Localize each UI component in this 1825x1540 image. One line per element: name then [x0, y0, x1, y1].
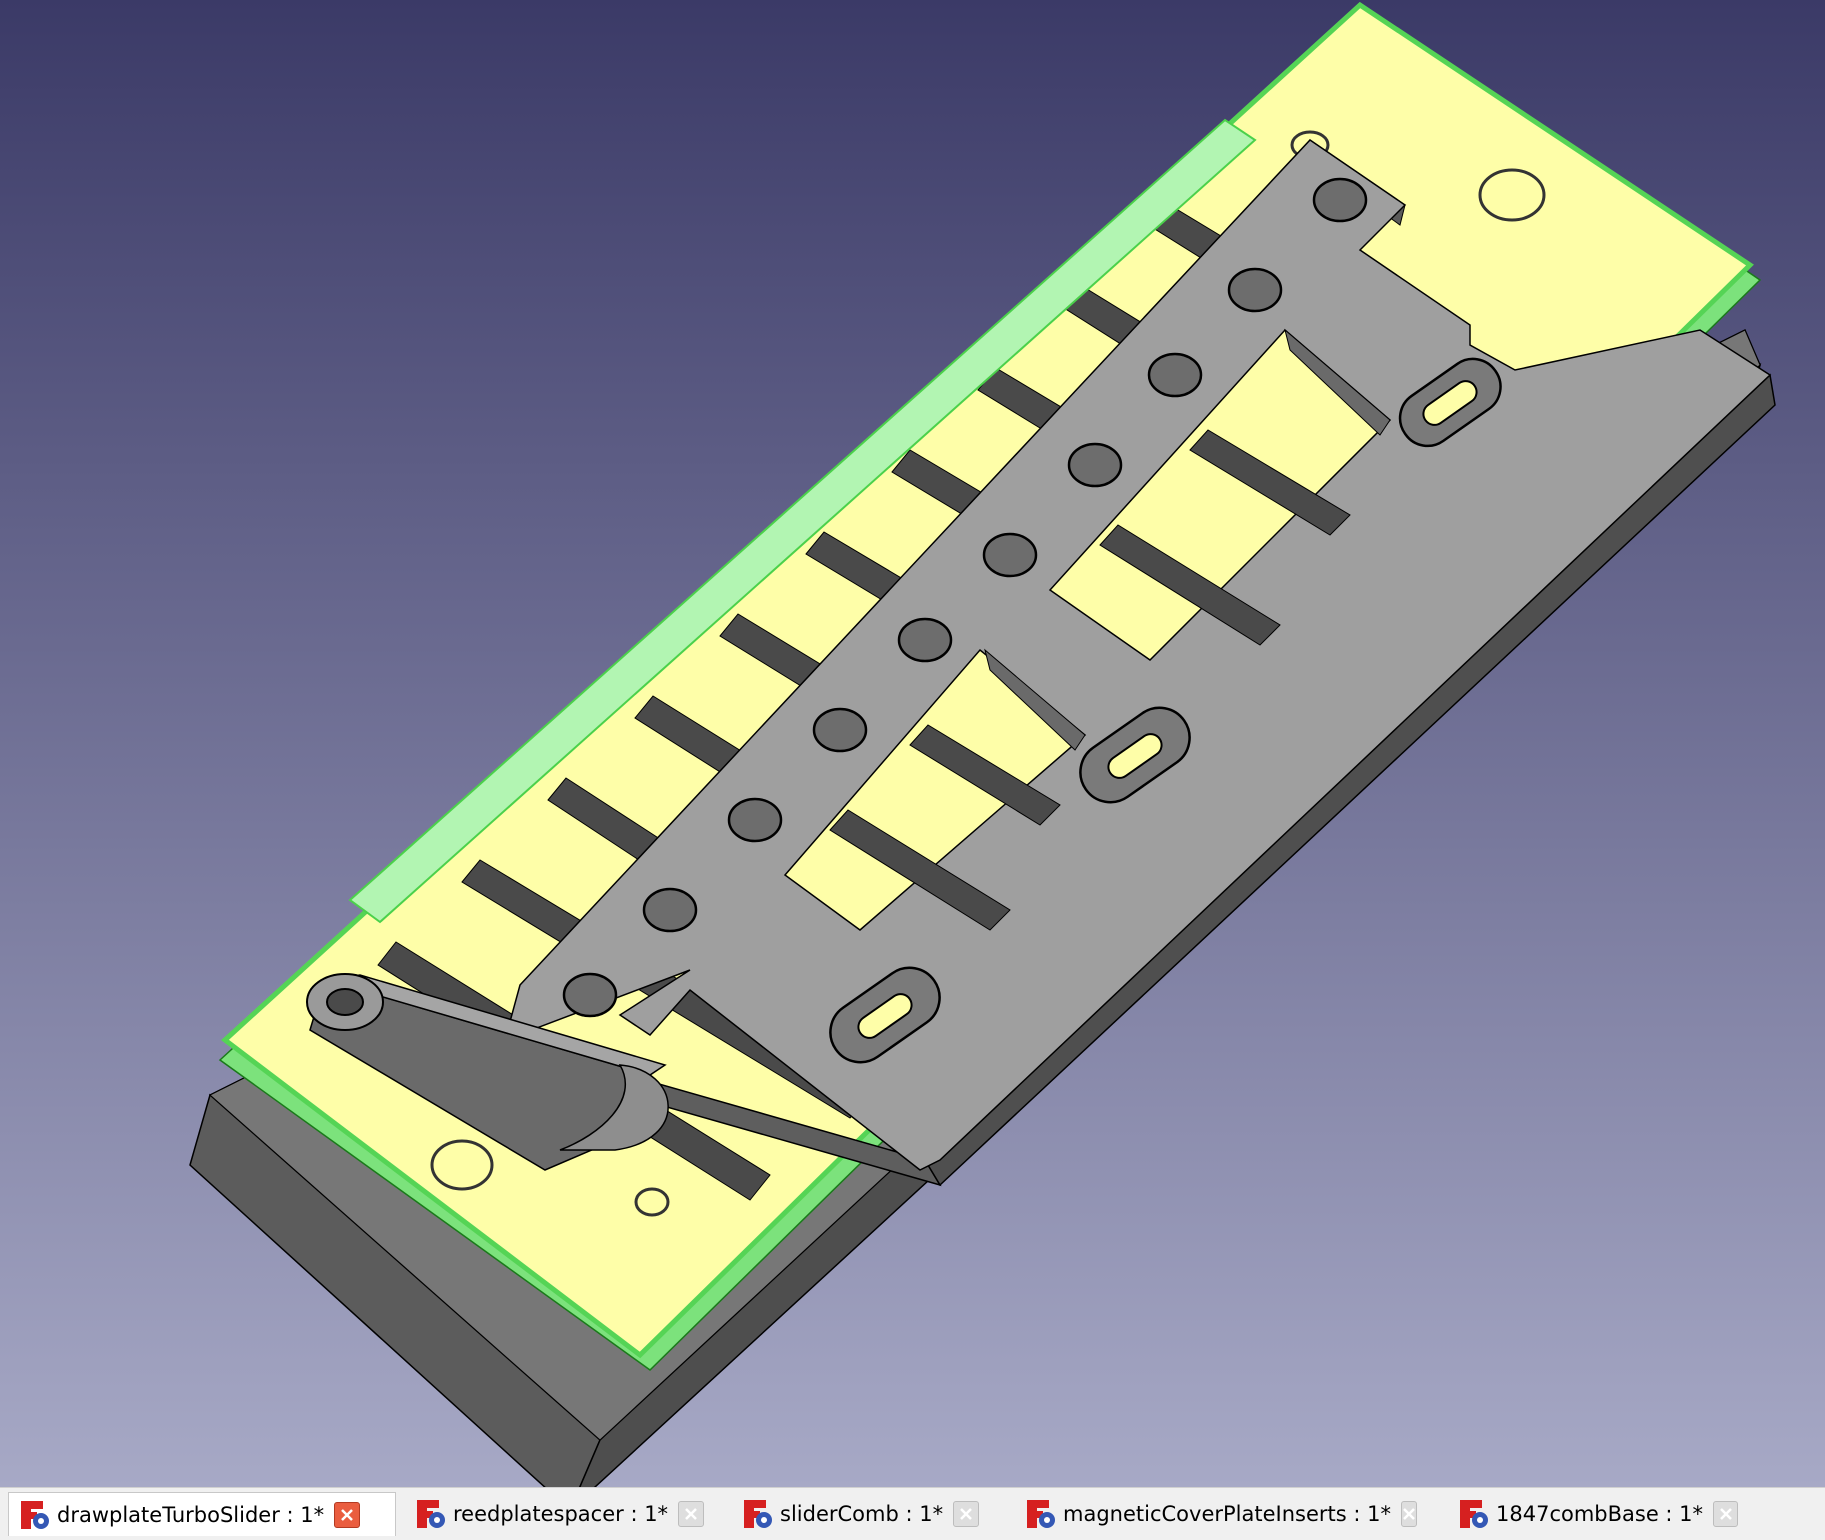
freecad-part-icon — [21, 1500, 49, 1529]
tab-label: sliderComb : 1* — [780, 1502, 944, 1526]
mounting-hole — [1478, 168, 1546, 222]
close-icon — [1403, 1508, 1415, 1520]
tab-drawplate-turbo-slider[interactable]: drawplateTurboSlider : 1* — [8, 1492, 396, 1536]
mounting-hole — [430, 1139, 494, 1191]
tab-label: magneticCoverPlateInserts : 1* — [1063, 1502, 1391, 1526]
tab-label: reedplatespacer : 1* — [453, 1502, 669, 1526]
close-icon — [1719, 1508, 1732, 1520]
mounting-hole — [634, 1187, 670, 1217]
tab-label: drawplateTurboSlider : 1* — [57, 1502, 325, 1527]
freecad-part-icon — [417, 1500, 445, 1528]
tab-magnetic-cover-plate-inserts[interactable]: magneticCoverPlateInserts : 1* — [1015, 1492, 1417, 1536]
tab-label: 1847combBase : 1* — [1496, 1502, 1704, 1526]
3d-viewport[interactable] — [0, 0, 1825, 1512]
close-tab-button[interactable] — [1713, 1501, 1738, 1527]
document-tab-bar: drawplateTurboSlider : 1* reedplatespace… — [0, 1487, 1825, 1540]
close-tab-button[interactable] — [1400, 1501, 1417, 1527]
close-icon — [685, 1508, 697, 1520]
freecad-part-icon — [1027, 1500, 1055, 1528]
freecad-part-icon — [744, 1500, 772, 1528]
close-icon — [341, 1508, 354, 1521]
3d-model-render[interactable] — [0, 0, 1825, 1512]
tab-1847comb-base[interactable]: 1847combBase : 1* — [1448, 1492, 1738, 1536]
freecad-part-icon — [1460, 1500, 1488, 1528]
close-tab-button[interactable] — [334, 1501, 361, 1528]
close-icon — [960, 1508, 972, 1520]
tab-reedplatespacer[interactable]: reedplatespacer : 1* — [405, 1492, 705, 1536]
tab-slidercomb[interactable]: sliderComb : 1* — [732, 1492, 992, 1536]
close-tab-button[interactable] — [678, 1501, 705, 1527]
close-tab-button[interactable] — [953, 1501, 980, 1527]
